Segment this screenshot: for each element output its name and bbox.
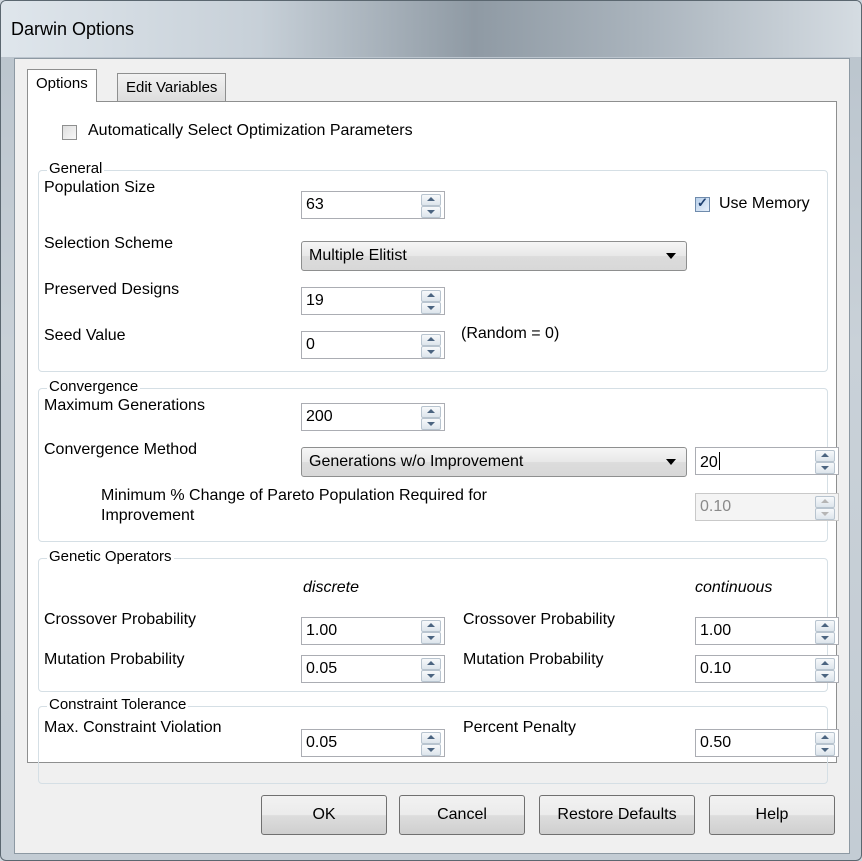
selection-scheme-value: Multiple Elitist — [309, 247, 407, 264]
chevron-down-icon[interactable] — [666, 253, 676, 259]
genetic-operators-group-label: Genetic Operators — [47, 548, 174, 565]
seed-value-spinner[interactable]: 0 — [301, 331, 445, 359]
min-change-spinner: 0.10 — [695, 493, 839, 521]
discrete-mutation-label: Mutation Probability — [44, 651, 185, 668]
convergence-method-label: Convergence Method — [44, 441, 197, 458]
max-generations-label: Maximum Generations — [44, 397, 205, 414]
continuous-mutation-label: Mutation Probability — [463, 651, 604, 668]
discrete-crossover-arrows[interactable] — [421, 620, 441, 644]
spin-up-icon[interactable] — [815, 658, 835, 670]
min-change-label-line1: Minimum % Change of Pareto Population Re… — [101, 487, 487, 504]
spin-up-icon[interactable] — [815, 450, 835, 462]
tab-edit-variables[interactable]: Edit Variables — [117, 73, 227, 102]
population-size-arrows[interactable] — [421, 194, 441, 218]
restore-defaults-button[interactable]: Restore Defaults — [539, 795, 695, 835]
spin-down-icon — [815, 508, 835, 520]
discrete-crossover-spinner[interactable]: 1.00 — [301, 617, 445, 645]
genetic-operators-group: Genetic Operators discrete continuous Cr… — [38, 548, 839, 692]
convergence-group-label: Convergence — [47, 378, 141, 395]
population-size-spinner[interactable]: 63 — [301, 191, 445, 219]
spin-down-icon[interactable] — [421, 206, 441, 218]
convergence-count-spinner[interactable]: 20 — [695, 447, 839, 475]
spin-up-icon[interactable] — [421, 334, 441, 346]
max-violation-arrows[interactable] — [421, 732, 441, 756]
spin-down-icon[interactable] — [815, 632, 835, 644]
spin-up-icon[interactable] — [421, 732, 441, 744]
spin-up-icon[interactable] — [815, 620, 835, 632]
max-violation-spinner[interactable]: 0.05 — [301, 729, 445, 757]
cancel-button[interactable]: Cancel — [399, 795, 525, 835]
tab-options[interactable]: Options — [27, 69, 97, 102]
title-bar[interactable]: Darwin Options — [1, 1, 861, 57]
selection-scheme-select[interactable]: Multiple Elitist — [301, 241, 687, 271]
spin-up-icon[interactable] — [421, 406, 441, 418]
discrete-mutation-spinner[interactable]: 0.05 — [301, 655, 445, 683]
help-button[interactable]: Help — [709, 795, 835, 835]
percent-penalty-spinner[interactable]: 0.50 — [695, 729, 839, 757]
spin-down-icon[interactable] — [421, 418, 441, 430]
constraint-tolerance-group-label: Constraint Tolerance — [47, 696, 189, 713]
min-change-label-line2: Improvement — [101, 507, 195, 524]
seed-value-arrows[interactable] — [421, 334, 441, 358]
chevron-down-icon[interactable] — [666, 459, 676, 465]
convergence-method-value: Generations w/o Improvement — [309, 453, 524, 470]
min-change-arrows — [815, 496, 835, 520]
use-memory-label[interactable]: Use Memory — [719, 195, 810, 213]
general-group: General Population Size 63 ✓ Use Memory … — [38, 160, 828, 372]
use-memory-checkbox[interactable]: ✓ — [695, 195, 710, 212]
spin-up-icon[interactable] — [421, 194, 441, 206]
preserved-designs-label: Preserved Designs — [44, 281, 180, 298]
percent-penalty-label: Percent Penalty — [463, 719, 576, 736]
ok-button[interactable]: OK — [261, 795, 387, 835]
convergence-count-arrows[interactable] — [815, 450, 835, 474]
auto-select-checkbox[interactable] — [62, 125, 77, 140]
selection-scheme-label: Selection Scheme — [44, 235, 173, 252]
max-generations-arrows[interactable] — [421, 406, 441, 430]
spin-up-icon[interactable] — [421, 290, 441, 302]
spin-up-icon[interactable] — [421, 658, 441, 670]
options-tab-panel: Automatically Select Optimization Parame… — [27, 101, 839, 784]
dialog-client-area: Options Edit Variables Automatically Sel… — [14, 58, 850, 854]
convergence-group: Convergence Maximum Generations 200 Conv… — [38, 378, 839, 542]
spin-down-icon[interactable] — [421, 346, 441, 358]
spin-down-icon[interactable] — [815, 670, 835, 682]
percent-penalty-arrows[interactable] — [815, 732, 835, 756]
continuous-crossover-label: Crossover Probability — [463, 611, 616, 628]
auto-select-label[interactable]: Automatically Select Optimization Parame… — [88, 122, 413, 140]
spin-down-icon[interactable] — [421, 670, 441, 682]
continuous-crossover-spinner[interactable]: 1.00 — [695, 617, 839, 645]
spin-up-icon[interactable] — [421, 620, 441, 632]
seed-value-label: Seed Value — [44, 327, 126, 344]
max-generations-spinner[interactable]: 200 — [301, 403, 445, 431]
spin-down-icon[interactable] — [421, 302, 441, 314]
max-violation-label: Max. Constraint Violation — [44, 719, 222, 736]
population-size-label: Population Size — [44, 179, 156, 196]
general-group-label: General — [47, 160, 105, 177]
discrete-header: discrete — [303, 579, 360, 596]
checkmark-icon: ✓ — [697, 195, 708, 210]
spin-down-icon[interactable] — [815, 744, 835, 756]
spin-up-icon[interactable] — [815, 732, 835, 744]
continuous-header: continuous — [695, 579, 773, 596]
continuous-mutation-spinner[interactable]: 0.10 — [695, 655, 839, 683]
preserved-designs-spinner[interactable]: 19 — [301, 287, 445, 315]
seed-value-hint: (Random = 0) — [461, 325, 560, 342]
continuous-crossover-arrows[interactable] — [815, 620, 835, 644]
spin-down-icon[interactable] — [421, 744, 441, 756]
spin-up-icon — [815, 496, 835, 508]
convergence-method-select[interactable]: Generations w/o Improvement — [301, 447, 687, 477]
discrete-crossover-label: Crossover Probability — [44, 611, 197, 628]
constraint-tolerance-group: Constraint Tolerance Max. Constraint Vio… — [38, 696, 839, 784]
discrete-mutation-arrows[interactable] — [421, 658, 441, 682]
continuous-mutation-arrows[interactable] — [815, 658, 835, 682]
spin-down-icon[interactable] — [421, 632, 441, 644]
darwin-options-window: Darwin Options Options Edit Variables Au… — [0, 0, 862, 861]
spin-down-icon[interactable] — [815, 462, 835, 474]
window-title: Darwin Options — [11, 19, 135, 39]
preserved-designs-arrows[interactable] — [421, 290, 441, 314]
